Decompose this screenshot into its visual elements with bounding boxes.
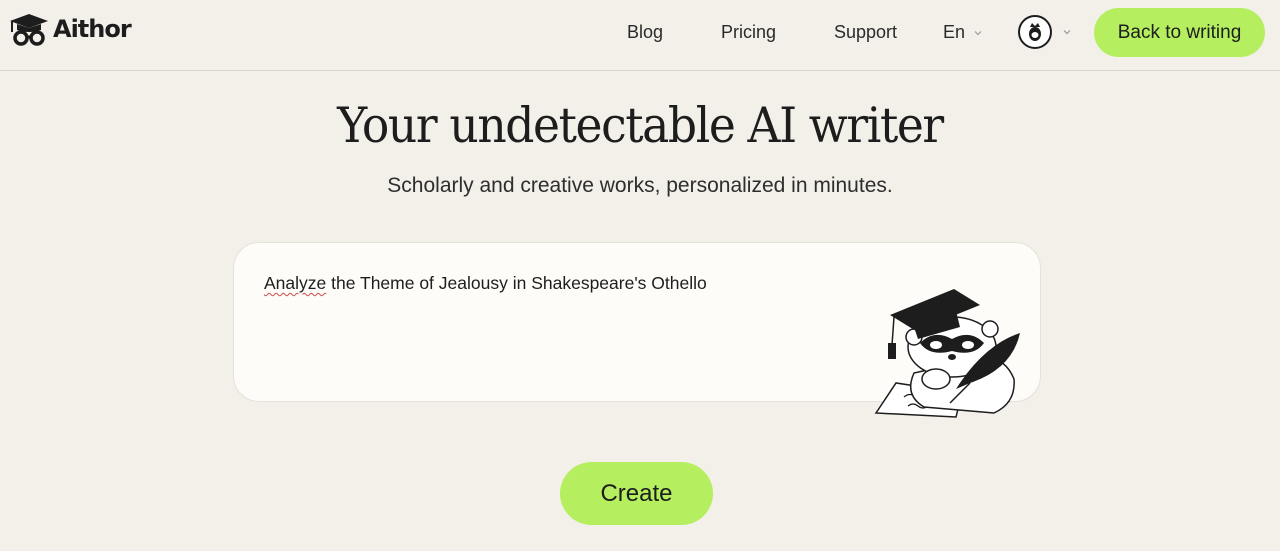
crowned-avatar-icon — [1018, 15, 1052, 49]
prompt-first-word: Analyze — [264, 273, 327, 293]
page-subtitle: Scholarly and creative works, personaliz… — [387, 174, 893, 197]
account-menu[interactable] — [1018, 15, 1072, 49]
graduation-cap-glasses-icon — [10, 14, 48, 46]
prompt-rest-text: the Theme of Jealousy in Shakespeare's O… — [326, 273, 707, 293]
logo-text: Aithor — [53, 15, 132, 43]
language-selector[interactable]: En — [943, 22, 983, 43]
aithor-logo[interactable]: Aithor — [8, 12, 132, 46]
nav-link-blog[interactable]: Blog — [627, 22, 663, 43]
nav-link-support[interactable]: Support — [834, 22, 897, 43]
raccoon-scholar-illustration — [874, 289, 1020, 418]
page-title: Your undetectable AI writer — [337, 97, 944, 154]
chevron-down-icon — [974, 30, 982, 35]
chevron-down-icon — [1063, 30, 1071, 35]
prompt-text-field[interactable]: Analyze the Theme of Jealousy in Shakesp… — [264, 273, 864, 294]
nav-link-pricing[interactable]: Pricing — [721, 22, 776, 43]
create-button[interactable]: Create — [560, 462, 713, 525]
language-label: En — [943, 22, 966, 42]
top-navigation-bar: Aithor Blog Pricing Support En Back to w… — [0, 0, 1280, 71]
back-to-writing-button[interactable]: Back to writing — [1094, 8, 1265, 57]
